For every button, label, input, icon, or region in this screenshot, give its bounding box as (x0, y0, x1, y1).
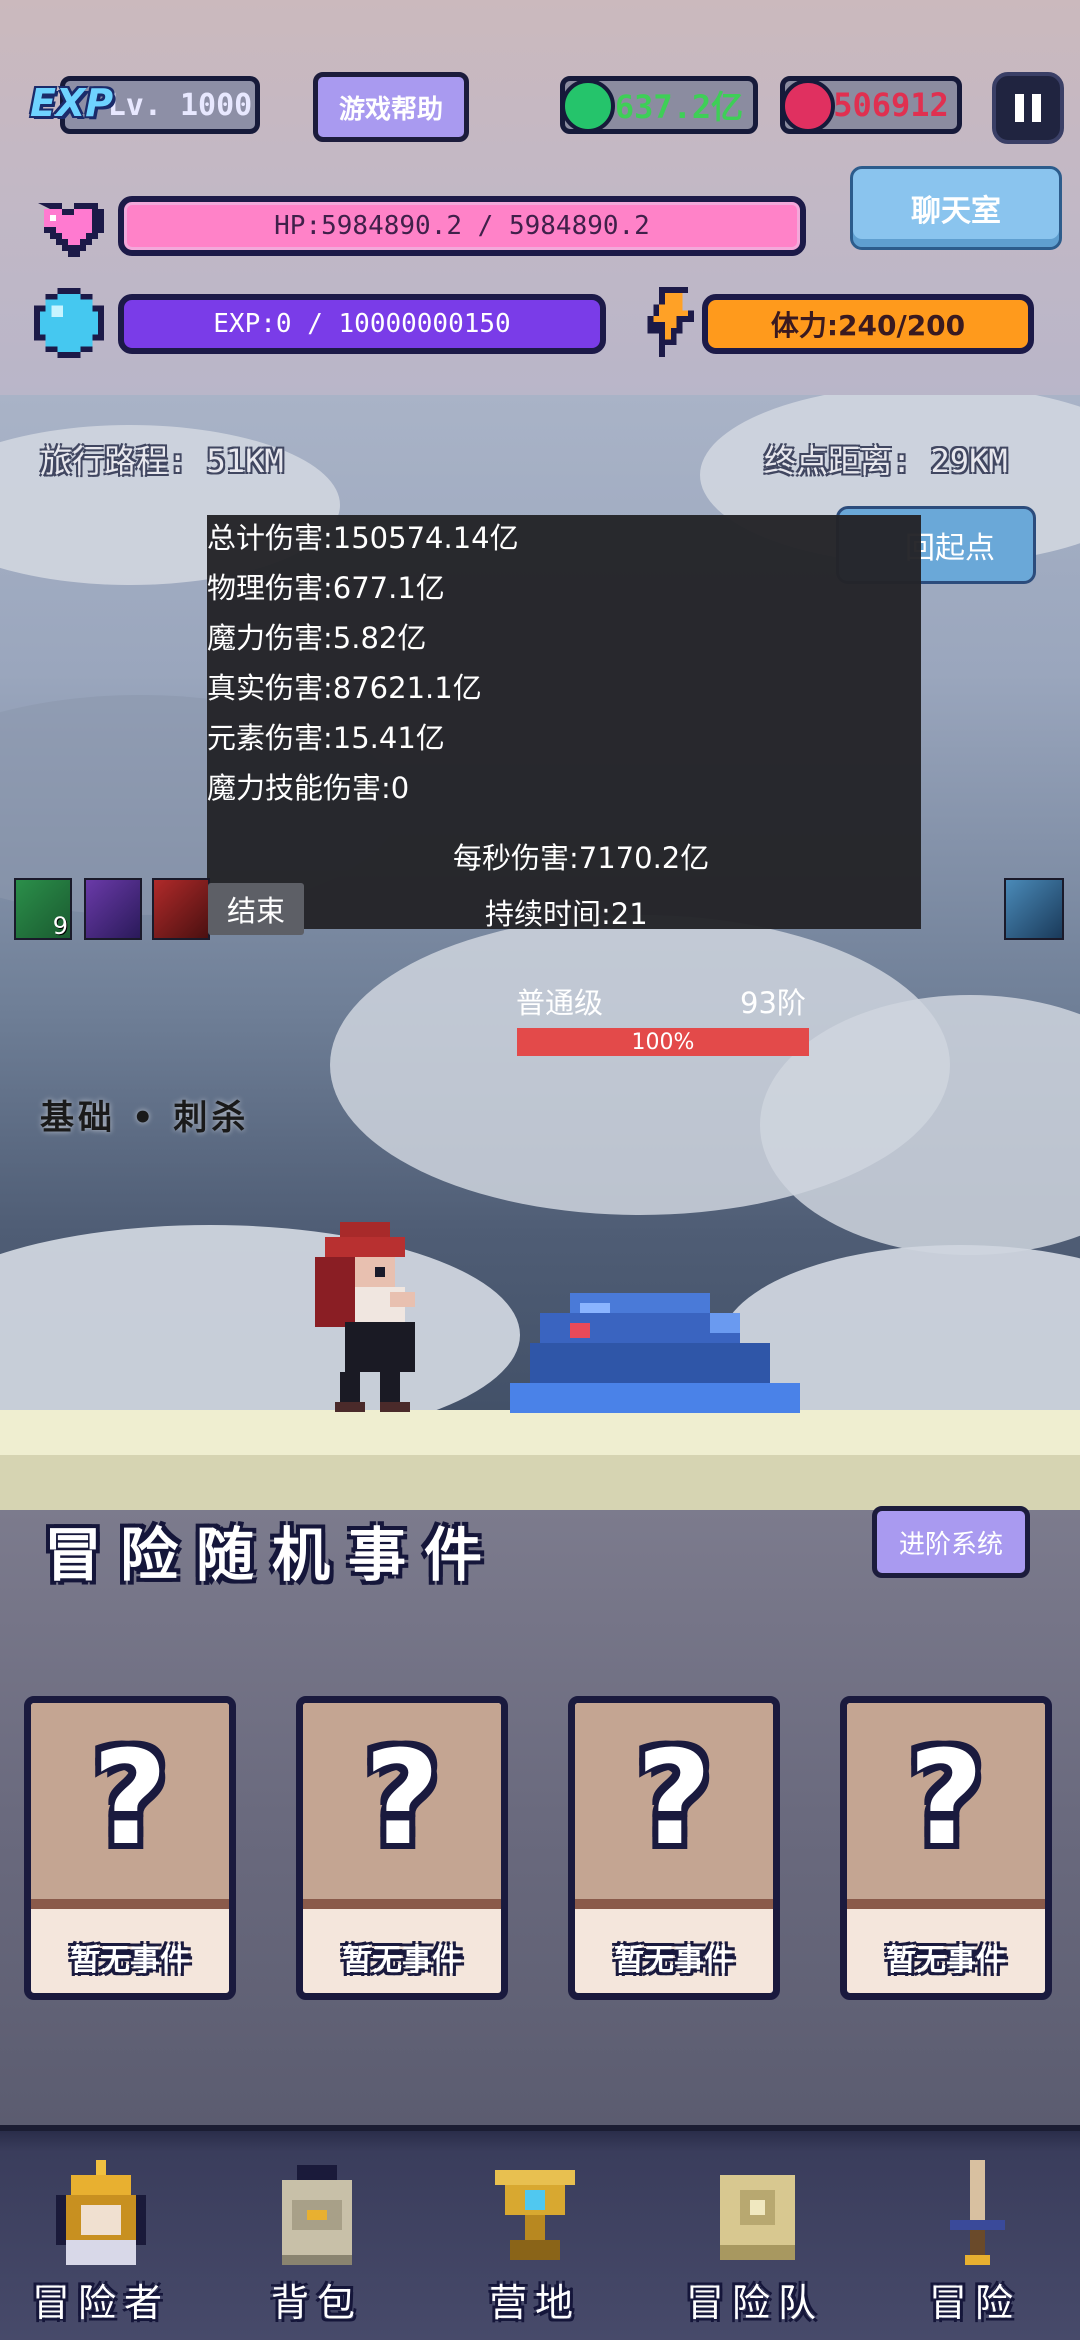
question-mark-icon: ? (364, 1722, 440, 1874)
end-button[interactable]: 结束 (208, 883, 304, 935)
events-title: 冒险随机事件 (44, 1521, 501, 1589)
event-card[interactable]: ? 暂无事件 (840, 1696, 1052, 2000)
backpack-icon (282, 2165, 352, 2265)
nav-label: 背包 (270, 2281, 363, 2325)
skill-count: 9 (52, 912, 68, 940)
enemy-hp-text: 100% (631, 1029, 695, 1055)
event-card[interactable]: ? 暂无事件 (296, 1696, 508, 2000)
stat-true-damage: 真实伤害:87621.1亿 (207, 671, 482, 705)
claw-skill-icon[interactable] (152, 878, 210, 940)
sword-skill-icon[interactable] (84, 878, 142, 940)
stat-total-damage: 总计伤害:150574.14亿 (207, 521, 519, 555)
ruby-icon (781, 79, 835, 133)
skill-cast-text: 基础 • 刺杀 (40, 1098, 250, 1138)
question-mark-icon: ? (636, 1722, 712, 1874)
chat-room-button[interactable]: 聊天室 (850, 166, 1062, 250)
event-card-label: 暂无事件 (614, 1943, 734, 1978)
sword-icon (950, 2160, 1005, 2265)
stat-element-damage: 元素伤害:15.41亿 (207, 721, 445, 755)
ruby-amount: 506912 (833, 86, 949, 124)
enemy-skill-icon (1004, 878, 1064, 940)
skill-slot-icon[interactable]: 9 (14, 878, 72, 940)
event-card[interactable]: ? 暂无事件 (568, 1696, 780, 2000)
heart-icon (38, 203, 104, 257)
trophy-icon (495, 2170, 575, 2260)
stat-magic-skill-damage: 魔力技能伤害:0 (207, 771, 410, 805)
exp-text: EXP:0 / 10000000150 (213, 309, 511, 339)
event-card-label: 暂无事件 (342, 1943, 462, 1978)
nav-label: 冒险者 (31, 2281, 170, 2325)
hp-text: HP:5984890.2 / 5984890.2 (274, 211, 650, 241)
card-stripe (847, 1899, 1045, 1909)
enemy-tier: 93阶 (740, 986, 806, 1020)
nav-camp[interactable]: 营地 (440, 2150, 630, 2330)
exp-badge-icon: EXP (30, 81, 114, 125)
nav-team[interactable]: 冒险队 (660, 2150, 850, 2330)
card-stripe (303, 1899, 501, 1909)
travel-distance: 旅行路程: 51KM (40, 442, 284, 480)
event-card[interactable]: ? 暂无事件 (24, 1696, 236, 2000)
nav-adventure[interactable]: 冒险 (880, 2150, 1070, 2330)
nav-backpack[interactable]: 背包 (222, 2150, 412, 2330)
event-card-label: 暂无事件 (886, 1943, 1006, 1978)
nav-label: 冒险队 (685, 2281, 824, 2325)
enemy-hp-bar: 100% (517, 1028, 809, 1056)
lightning-icon (647, 287, 694, 357)
card-stripe (575, 1899, 773, 1909)
stamina-text: 体力:240/200 (770, 309, 966, 342)
stamina-bar: 体力:240/200 (702, 294, 1034, 354)
nav-label: 冒险 (928, 2281, 1021, 2325)
end-distance: 终点距离: 29KM (764, 442, 1008, 480)
cloud-ground-shadow (0, 1455, 1080, 1510)
event-card-label: 暂无事件 (70, 1943, 190, 1978)
hp-bar: HP:5984890.2 / 5984890.2 (118, 196, 806, 256)
damage-per-second: 每秒伤害:7170.2亿 (453, 841, 710, 875)
nav-label: 营地 (488, 2281, 581, 2325)
pause-icon-bar (1032, 94, 1041, 122)
advance-system-button[interactable]: 进阶系统 (872, 1506, 1030, 1578)
level-text: Lv. 1000 (107, 87, 253, 123)
pause-icon-bar (1015, 94, 1024, 122)
stat-magic-damage: 魔力伤害:5.82亿 (207, 621, 427, 655)
enemy-rank: 普通级 (516, 986, 604, 1020)
pause-button[interactable] (992, 72, 1064, 144)
question-mark-icon: ? (92, 1722, 168, 1874)
ruby-currency: 506912 (780, 76, 962, 134)
nav-adventurer[interactable]: 冒险者 (6, 2150, 196, 2330)
gem-currency: 637.2亿 (560, 76, 758, 134)
hero-character (315, 1222, 415, 1412)
question-mark-icon: ? (908, 1722, 984, 1874)
exp-bar: EXP:0 / 10000000150 (118, 294, 606, 354)
card-stripe (31, 1899, 229, 1909)
book-icon (720, 2175, 795, 2260)
slime-enemy (510, 1293, 800, 1413)
gem-amount: 637.2亿 (614, 88, 744, 126)
game-help-button[interactable]: 游戏帮助 (313, 72, 469, 142)
stat-physical-damage: 物理伤害:677.1亿 (207, 571, 445, 605)
helmet-icon (56, 2160, 146, 2265)
battle-duration: 持续时间:21 (485, 897, 648, 931)
emerald-icon (561, 79, 615, 133)
damage-stats-panel: 总计伤害:150574.14亿 物理伤害:677.1亿 魔力伤害:5.82亿 真… (207, 515, 921, 931)
crystal-icon (34, 288, 104, 358)
